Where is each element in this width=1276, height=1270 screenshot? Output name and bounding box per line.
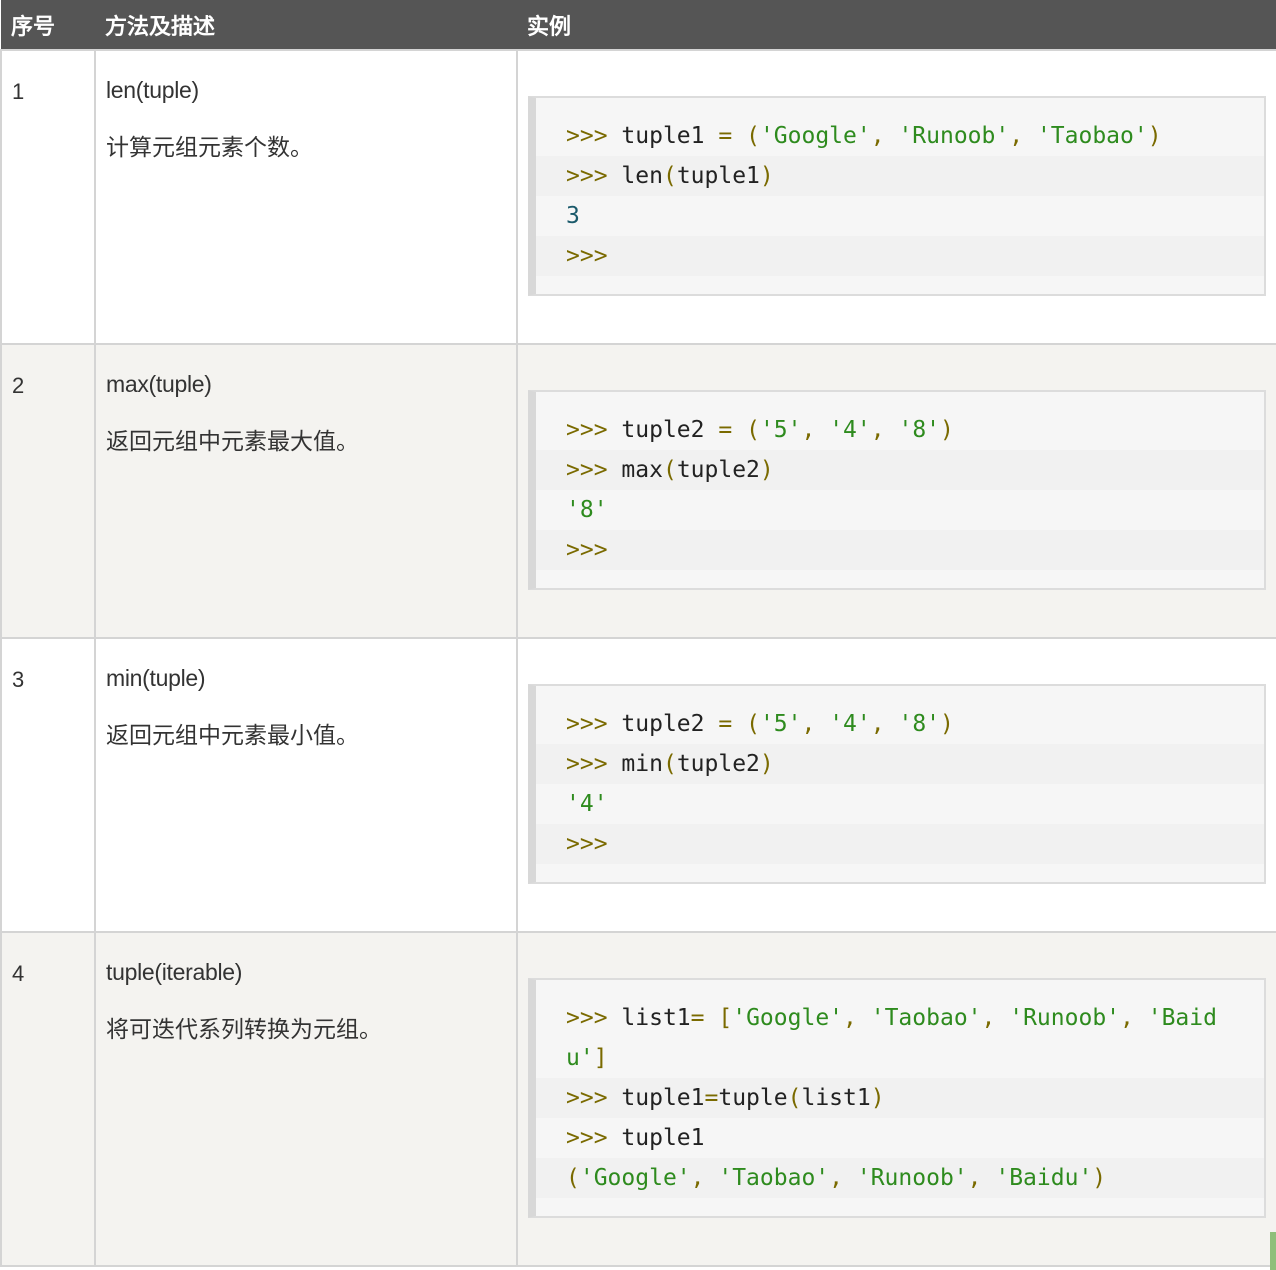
code-line: >>> len(tuple1) bbox=[536, 156, 1264, 196]
table-row: 4 tuple(iterable) 将可迭代系列转换为元组。 >>> list1… bbox=[0, 931, 1276, 1267]
method-description: 返回元组中元素最小值。 bbox=[106, 723, 359, 749]
code-line: >>> tuple1=tuple(list1) bbox=[536, 1078, 1264, 1118]
row-method-cell: max(tuple) 返回元组中元素最大值。 bbox=[94, 343, 518, 639]
table-row: 1 len(tuple) 计算元组元素个数。 >>> tuple1 = ('Go… bbox=[0, 49, 1276, 345]
code-example[interactable]: >>> tuple1 = ('Google', 'Runoob', 'Taoba… bbox=[528, 96, 1266, 296]
header-method: 方法及描述 bbox=[95, 0, 517, 50]
row-example-cell: >>> tuple2 = ('5', '4', '8') >>> min(tup… bbox=[516, 637, 1276, 933]
table-row: 2 max(tuple) 返回元组中元素最大值。 >>> tuple2 = ('… bbox=[0, 343, 1276, 639]
code-example[interactable]: >>> tuple2 = ('5', '4', '8') >>> min(tup… bbox=[528, 684, 1266, 884]
table-header-row: 序号 方法及描述 实例 bbox=[1, 0, 1276, 50]
header-index: 序号 bbox=[1, 0, 95, 50]
code-line: '8' bbox=[566, 497, 608, 523]
code-line: >>> list1= ['Google', 'Taobao', 'Runoob'… bbox=[566, 1005, 1217, 1071]
code-line: ('Google', 'Taobao', 'Runoob', 'Baidu') bbox=[536, 1158, 1264, 1198]
code-line: >>> tuple2 = ('5', '4', '8') bbox=[566, 711, 954, 737]
code-line: >>> tuple2 = ('5', '4', '8') bbox=[566, 417, 954, 443]
method-description: 计算元组元素个数。 bbox=[106, 135, 313, 161]
method-name: max(tuple) bbox=[106, 371, 212, 397]
method-description: 将可迭代系列转换为元组。 bbox=[106, 1017, 382, 1043]
code-line: >>> bbox=[536, 530, 1264, 570]
row-method-cell: min(tuple) 返回元组中元素最小值。 bbox=[94, 637, 518, 933]
row-index: 1 bbox=[0, 49, 96, 345]
code-line: 3 bbox=[566, 203, 580, 229]
header-example: 实例 bbox=[517, 0, 1276, 50]
code-line: >>> bbox=[536, 236, 1264, 276]
code-example[interactable]: >>> tuple2 = ('5', '4', '8') >>> max(tup… bbox=[528, 390, 1266, 590]
scrollbar-thumb[interactable] bbox=[1270, 1232, 1276, 1270]
row-index: 3 bbox=[0, 637, 96, 933]
method-name: tuple(iterable) bbox=[106, 959, 243, 985]
code-line: '4' bbox=[566, 791, 608, 817]
code-line: >>> max(tuple2) bbox=[536, 450, 1264, 490]
row-example-cell: >>> list1= ['Google', 'Taobao', 'Runoob'… bbox=[516, 931, 1276, 1267]
code-line: >>> tuple1 bbox=[566, 1125, 705, 1151]
method-description: 返回元组中元素最大值。 bbox=[106, 429, 359, 455]
row-index: 4 bbox=[0, 931, 96, 1267]
row-method-cell: len(tuple) 计算元组元素个数。 bbox=[94, 49, 518, 345]
code-example[interactable]: >>> list1= ['Google', 'Taobao', 'Runoob'… bbox=[528, 978, 1266, 1218]
row-example-cell: >>> tuple1 = ('Google', 'Runoob', 'Taoba… bbox=[516, 49, 1276, 345]
row-example-cell: >>> tuple2 = ('5', '4', '8') >>> max(tup… bbox=[516, 343, 1276, 639]
row-method-cell: tuple(iterable) 将可迭代系列转换为元组。 bbox=[94, 931, 518, 1267]
table-row: 3 min(tuple) 返回元组中元素最小值。 >>> tuple2 = ('… bbox=[0, 637, 1276, 933]
method-name: len(tuple) bbox=[106, 77, 199, 103]
code-line: >>> tuple1 = ('Google', 'Runoob', 'Taoba… bbox=[566, 123, 1162, 149]
code-line: >>> min(tuple2) bbox=[536, 744, 1264, 784]
method-name: min(tuple) bbox=[106, 665, 206, 691]
code-line: >>> bbox=[536, 824, 1264, 864]
row-index: 2 bbox=[0, 343, 96, 639]
tuple-functions-table: 序号 方法及描述 实例 1 len(tuple) 计算元组元素个数。 >>> t… bbox=[0, 0, 1276, 1267]
